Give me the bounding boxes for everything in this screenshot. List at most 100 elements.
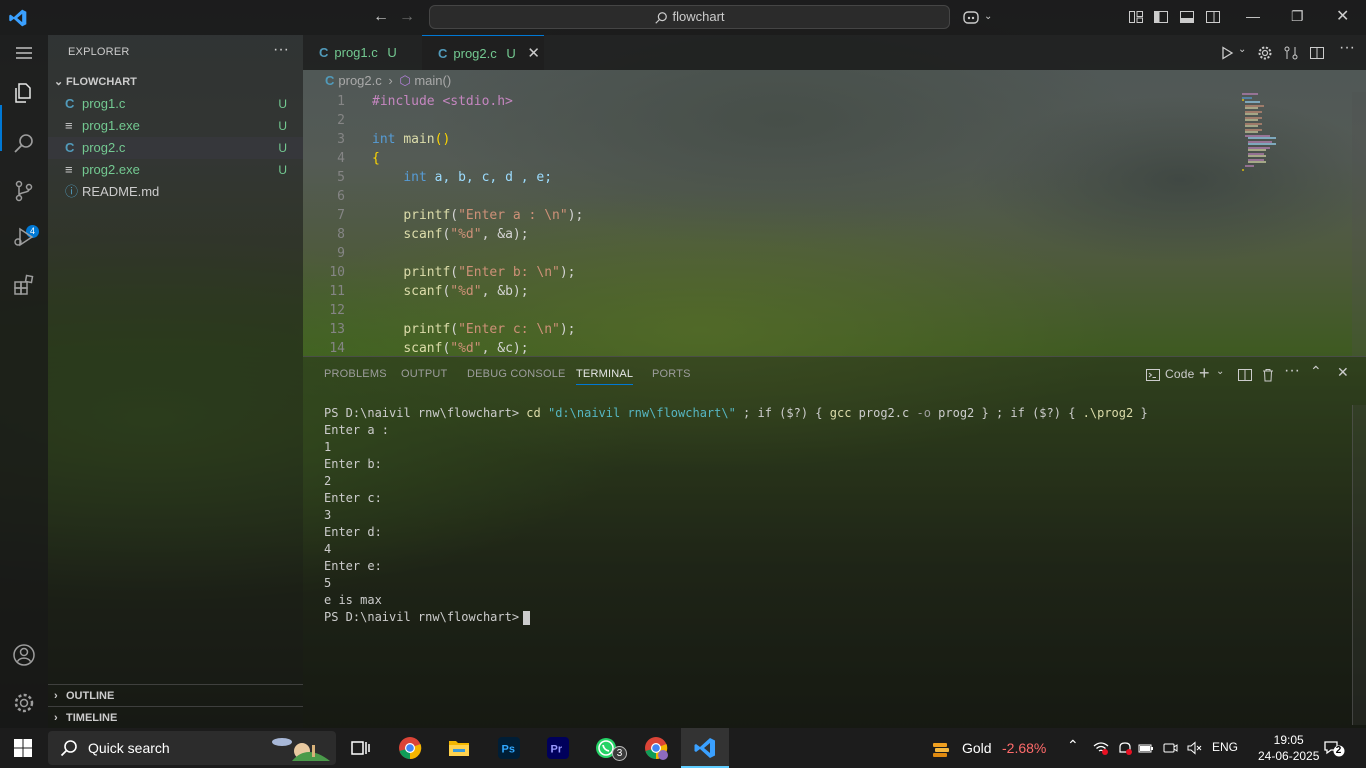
- command-center-search[interactable]: flowchart: [429, 5, 950, 29]
- chrome-profile-icon[interactable]: [644, 736, 668, 760]
- widget-label[interactable]: Gold: [962, 740, 992, 756]
- breadcrumb-file[interactable]: prog2.c: [338, 73, 381, 88]
- binary-file-icon: ≡: [65, 118, 73, 133]
- outline-section[interactable]: › OUTLINE: [48, 684, 303, 706]
- vscode-taskbar-icon[interactable]: [693, 736, 717, 760]
- open-changes-icon[interactable]: [1283, 45, 1299, 61]
- volume-muted-icon[interactable]: [1186, 740, 1202, 756]
- premiere-pro-icon[interactable]: Pr: [546, 736, 570, 760]
- code-token: "%d": [450, 341, 482, 356]
- restore-button[interactable]: ❐: [1291, 8, 1304, 25]
- toggle-secondary-sidebar-icon[interactable]: [1205, 9, 1221, 25]
- code-editor[interactable]: 1 #include <stdio.h> 2 3 int main() 4 { 5 i…: [303, 92, 1366, 356]
- c-file-icon: C: [325, 73, 335, 88]
- windows-start-icon[interactable]: [14, 739, 32, 757]
- tab-ports[interactable]: PORTS: [652, 368, 691, 380]
- file-item-prog2-exe[interactable]: ≡ prog2.exe U: [48, 159, 303, 181]
- forward-button[interactable]: →: [399, 8, 415, 26]
- terminal-shell-label[interactable]: Code: [1165, 367, 1195, 381]
- editor-scrollbar[interactable]: [1352, 92, 1366, 356]
- tab-label: prog1.c: [334, 45, 378, 60]
- run-debug-icon[interactable]: [12, 225, 36, 249]
- file-explorer-icon[interactable]: [447, 736, 471, 760]
- toggle-panel-icon[interactable]: [1179, 9, 1195, 25]
- explorer-title: EXPLORER: [68, 46, 130, 58]
- timeline-label: TIMELINE: [66, 712, 118, 724]
- copilot-icon[interactable]: [962, 9, 982, 25]
- terminal-profile-chevron-icon[interactable]: ⌄: [1216, 366, 1232, 382]
- tab-prog1-c[interactable]: Cprog1.c U: [303, 35, 422, 70]
- more-editor-actions-button[interactable]: ···: [1339, 39, 1355, 56]
- file-item-prog1-c[interactable]: C prog1.c U: [48, 93, 303, 115]
- new-terminal-plus-icon[interactable]: +: [1199, 363, 1215, 383]
- cmd-token: ; if ($?) {: [735, 406, 830, 420]
- activity-bar: 4: [0, 35, 48, 728]
- gold-widget-icon[interactable]: [930, 737, 954, 761]
- tab-problems[interactable]: PROBLEMS: [324, 368, 387, 380]
- terminal-output[interactable]: PS D:\naivil rnw\flowchart> cd "d:\naivi…: [324, 405, 1148, 626]
- tab-prog2-c[interactable]: Cprog2.c U ✕: [422, 35, 544, 70]
- settings-gear-icon[interactable]: [12, 691, 36, 715]
- breadcrumb-symbol[interactable]: main(): [414, 73, 451, 88]
- code-token: printf: [403, 265, 451, 280]
- vscode-logo-icon[interactable]: [8, 8, 28, 28]
- run-options-chevron-icon[interactable]: ⌄: [1238, 44, 1254, 60]
- trash-icon[interactable]: [1260, 367, 1276, 383]
- chrome-icon[interactable]: [398, 736, 422, 760]
- battery-icon[interactable]: [1138, 740, 1154, 756]
- code-token: "%d": [450, 284, 482, 299]
- code-token: "Enter a : \n": [458, 208, 568, 223]
- file-item-prog1-exe[interactable]: ≡ prog1.exe U: [48, 115, 303, 137]
- split-editor-icon[interactable]: [1309, 45, 1325, 61]
- breadcrumb: Cprog2.c › ⬡ main(): [303, 70, 1366, 92]
- toggle-primary-sidebar-icon[interactable]: [1153, 9, 1169, 25]
- search-icon: [60, 740, 77, 757]
- file-name: prog1.c: [82, 96, 126, 111]
- folder-flowchart[interactable]: ⌄ FLOWCHART: [48, 71, 303, 93]
- terminal-scrollbar[interactable]: [1352, 405, 1366, 725]
- photoshop-icon[interactable]: Ps: [497, 736, 521, 760]
- widget-value: -2.68%: [1002, 740, 1047, 756]
- task-view-icon[interactable]: [348, 736, 372, 760]
- source-control-icon[interactable]: [12, 179, 36, 203]
- file-item-readme[interactable]: ⓘ README.md: [48, 181, 303, 203]
- explorer-icon[interactable]: [12, 81, 36, 105]
- camera-icon[interactable]: [1162, 740, 1178, 756]
- tray-chevron-up-icon[interactable]: ⌃: [1067, 737, 1083, 753]
- quick-search-box[interactable]: Quick search: [48, 731, 336, 765]
- notification-blocked-icon[interactable]: [1117, 740, 1133, 756]
- tab-output[interactable]: OUTPUT: [401, 368, 447, 380]
- back-button[interactable]: ←: [373, 8, 389, 26]
- close-panel-icon[interactable]: ✕: [1337, 364, 1353, 380]
- customize-layout-icon[interactable]: [1128, 9, 1144, 25]
- explorer-sidebar: EXPLORER ··· ⌄ FLOWCHART C prog1.c U ≡ pr…: [48, 35, 303, 728]
- accounts-icon[interactable]: [12, 643, 36, 667]
- tab-debug-console[interactable]: DEBUG CONSOLE: [467, 368, 566, 380]
- terminal-line: Enter c:: [324, 491, 382, 505]
- menu-icon[interactable]: [15, 44, 33, 62]
- timeline-section[interactable]: › TIMELINE: [48, 706, 303, 728]
- copilot-chevron-down-icon[interactable]: ⌄: [984, 11, 992, 22]
- extensions-icon[interactable]: [12, 273, 36, 297]
- run-settings-gear-icon[interactable]: [1257, 45, 1273, 61]
- more-panel-actions-button[interactable]: ···: [1284, 362, 1300, 379]
- system-clock[interactable]: 19:05 24-06-2025: [1258, 732, 1319, 764]
- close-window-button[interactable]: ✕: [1336, 6, 1349, 26]
- minimize-button[interactable]: —: [1246, 8, 1260, 24]
- terminal-shell-icon[interactable]: [1145, 367, 1161, 383]
- tab-terminal[interactable]: TERMINAL: [576, 368, 634, 385]
- terminal-line: e is max: [324, 593, 382, 607]
- code-token: , &b);: [481, 284, 529, 299]
- close-tab-icon[interactable]: ✕: [527, 45, 540, 62]
- search-view-icon[interactable]: [12, 131, 36, 155]
- wifi-icon[interactable]: [1093, 740, 1109, 756]
- more-actions-button[interactable]: ···: [273, 41, 289, 59]
- split-terminal-icon[interactable]: [1237, 367, 1253, 383]
- file-item-prog2-c[interactable]: C prog2.c U: [48, 137, 303, 159]
- outline-label: OUTLINE: [66, 690, 115, 702]
- input-language[interactable]: ENG: [1212, 740, 1238, 754]
- line-number: 4: [337, 151, 345, 166]
- maximize-panel-chevron-up-icon[interactable]: ⌃: [1310, 363, 1326, 379]
- run-code-icon[interactable]: [1219, 45, 1235, 61]
- minimap[interactable]: [1240, 92, 1290, 192]
